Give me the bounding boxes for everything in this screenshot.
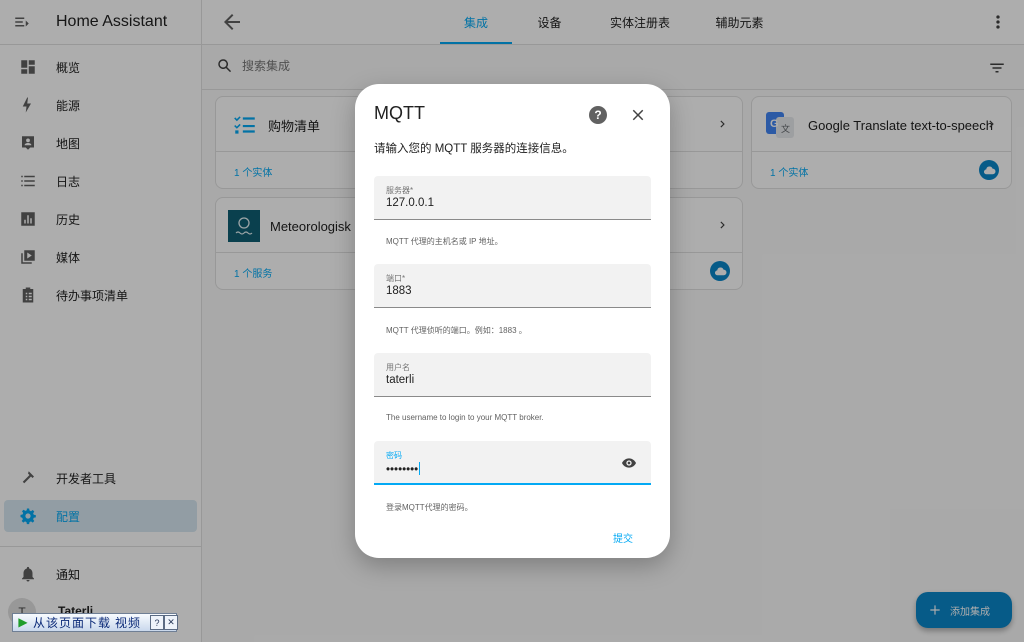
close-icon[interactable]: ✕	[164, 615, 178, 630]
submit-button[interactable]: 提交	[613, 530, 633, 545]
close-icon[interactable]	[629, 106, 647, 124]
field-label: 密码	[386, 451, 402, 460]
help-icon[interactable]: ?	[589, 106, 607, 124]
field-helper-text: The username to login to your MQTT broke…	[386, 413, 544, 422]
field-label: 服务器*	[386, 186, 414, 195]
field-value: 127.0.0.1	[386, 197, 434, 209]
field-value: 1883	[386, 285, 412, 297]
play-icon: ▶	[18, 615, 28, 629]
field-label: 用户名	[386, 363, 410, 372]
username-field[interactable]: 用户名 taterli	[374, 353, 651, 397]
password-dots: ••••••••	[386, 464, 419, 476]
help-icon[interactable]: ?	[150, 615, 164, 630]
text-caret	[419, 462, 421, 475]
field-label: 端口*	[386, 274, 406, 283]
broker-field[interactable]: 服务器* 127.0.0.1	[374, 176, 651, 220]
download-text: 从该页面下载 视频	[33, 616, 142, 630]
port-field[interactable]: 端口* 1883	[374, 264, 651, 308]
mqtt-config-dialog: MQTT ? 请输入您的 MQTT 服务器的连接信息。 服务器* 127.0.0…	[355, 84, 670, 558]
field-value: ••••••••	[386, 462, 421, 476]
dialog-description: 请输入您的 MQTT 服务器的连接信息。	[374, 143, 574, 155]
field-helper-text: MQTT 代理的主机名或 IP 地址。	[386, 237, 503, 246]
field-helper-text: MQTT 代理侦听的端口。例如：1883 。	[386, 326, 527, 335]
video-download-bar[interactable]: ▶ 从该页面下载 视频 ? ✕	[12, 613, 178, 632]
field-value: taterli	[386, 374, 415, 386]
password-field[interactable]: 密码 ••••••••	[374, 441, 651, 485]
dialog-title: MQTT	[374, 103, 425, 123]
eye-icon[interactable]	[621, 455, 637, 471]
field-helper-text: 登录MQTT代理的密码。	[386, 503, 473, 512]
